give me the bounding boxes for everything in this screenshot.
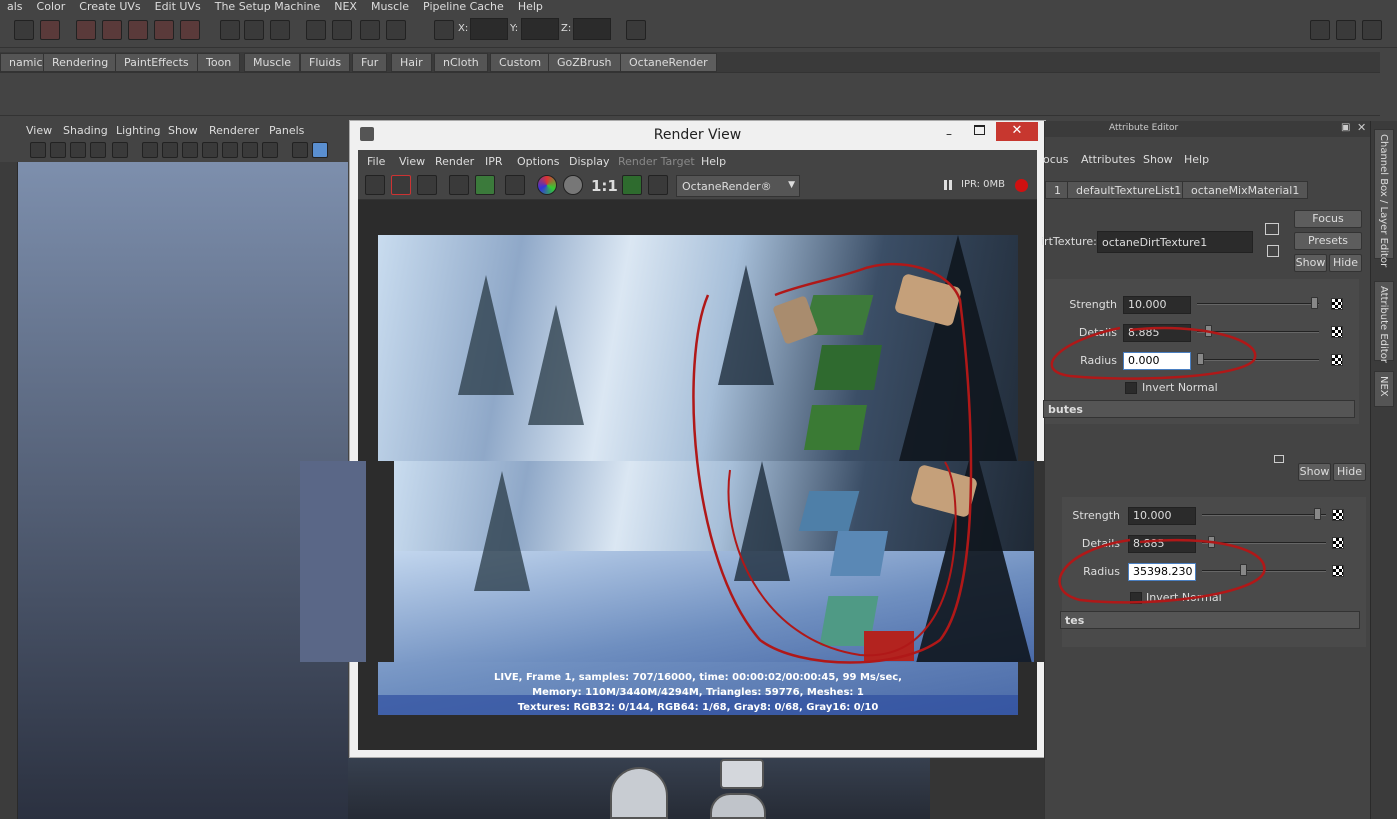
- annotation-overlay: [692, 262, 1266, 664]
- annotation-circle-render: [692, 262, 973, 664]
- annotation-circle-radius: [1050, 326, 1257, 380]
- annotation-circle-radius-2: [1058, 538, 1266, 604]
- annotation-circle-render-lower: [727, 461, 957, 657]
